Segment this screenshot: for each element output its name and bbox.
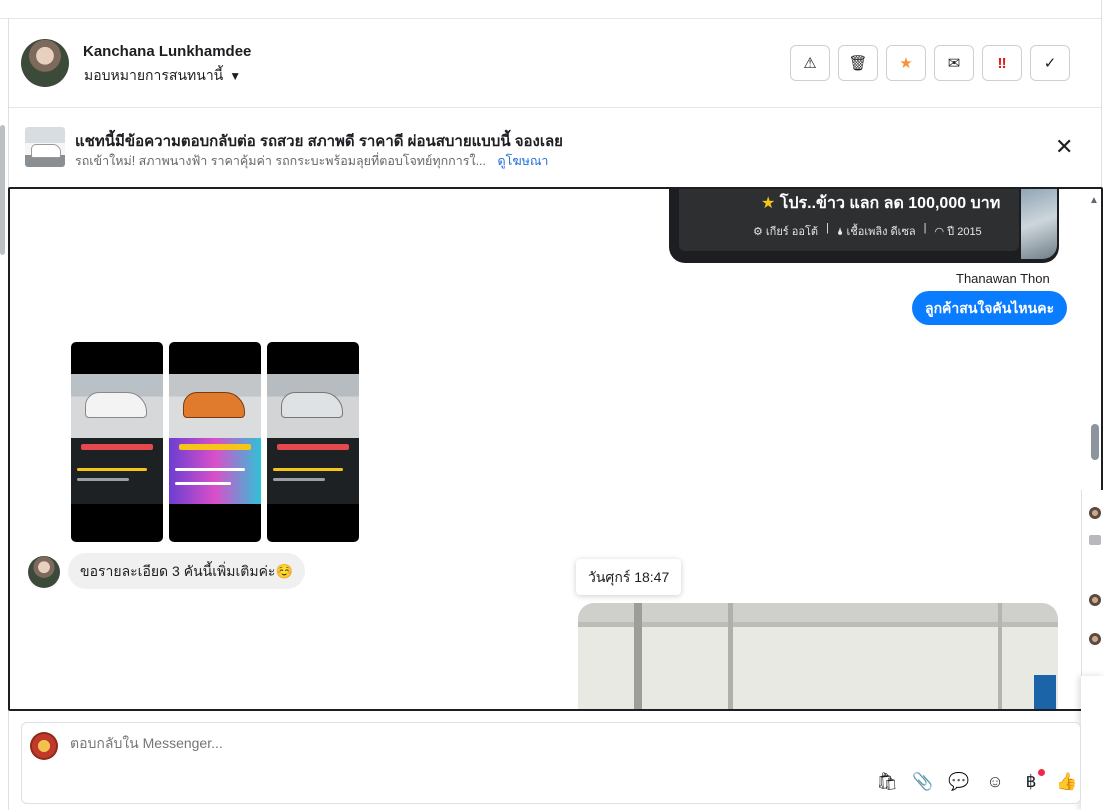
emoji-icon[interactable]: ☺ (984, 771, 1006, 793)
baht-payment-button[interactable]: ฿ (1020, 769, 1045, 793)
check-icon: ✓ (1043, 55, 1057, 72)
view-ad-link[interactable]: ดูโฆษณา (497, 154, 548, 168)
next-card-image[interactable] (1021, 189, 1057, 259)
close-icon[interactable]: ✕ (1055, 136, 1073, 158)
promo-text: ★ โปร..ข้าว แลก ลด 100,000 บาท (761, 191, 1000, 216)
side-avatar[interactable] (1089, 594, 1101, 606)
trash-icon: 🗑 (848, 55, 868, 72)
warning-icon: ⚠ (803, 55, 817, 72)
outgoing-message[interactable]: ลูกค้าสนใจคันไหนคะ (912, 291, 1068, 325)
incoming-photo-group (71, 342, 359, 542)
message-thread[interactable]: ★ โปร..ข้าว แลก ลด 100,000 บาท ⚙ เกียร์ … (8, 187, 1103, 711)
thumbs-up-icon[interactable]: 👍 (1056, 771, 1078, 793)
notification-dot (1038, 769, 1045, 776)
caret-down-icon: ▼ (229, 69, 242, 83)
saved-reply-icon[interactable]: 💬 (948, 771, 970, 793)
promo-label: โปร..ข้าว แลก ลด 100,000 บาท (779, 195, 1001, 212)
outgoing-photo[interactable] (578, 603, 1058, 709)
sender-name: Thanawan Thon (956, 271, 1050, 286)
spec-divider: | (923, 222, 927, 234)
delete-button[interactable]: 🗑 (838, 45, 878, 81)
ad-reply-banner: แชทนี้มีข้อความตอบกลับต่อ รถสวย สภาพดี ร… (9, 109, 1101, 187)
car-specs: ⚙ เกียร์ ออโต้ | 🌢 เชื้อเพลิง ดีเซล | ◠ … (753, 222, 982, 240)
assign-label: มอบหมายการสนทนานี้ (84, 67, 224, 83)
thread-scrollbar-thumb[interactable] (1091, 424, 1099, 460)
report-spam-button[interactable]: ⚠ (790, 45, 830, 81)
spec-divider: | (826, 222, 829, 234)
contact-avatar-small[interactable] (28, 556, 60, 588)
outer-scrollbar[interactable] (0, 125, 5, 255)
ad-banner-title: แชทนี้มีข้อความตอบกลับต่อ รถสวย สภาพดี ร… (75, 133, 563, 150)
assign-conversation-dropdown[interactable]: มอบหมายการสนทนานี้ ▼ (84, 65, 241, 87)
attachment-icon[interactable]: 📎 (912, 771, 934, 793)
car-photo[interactable] (267, 342, 359, 542)
promo-star-icon: ★ (761, 195, 776, 212)
side-thumbnail[interactable] (1089, 535, 1101, 545)
shopping-bag-icon[interactable]: 🛍 (876, 771, 898, 793)
envelope-icon: ✉ (947, 55, 961, 72)
page-avatar[interactable] (30, 732, 58, 760)
side-avatar[interactable] (1089, 507, 1101, 519)
inbox-conversation-view: Kanchana Lunkhamdee มอบหมายการสนทนานี้ ▼… (0, 0, 1105, 810)
spec-fuel: 🌢 เชื้อเพลิง ดีเซล (836, 226, 916, 238)
baht-payment-icon: ฿ (1025, 772, 1037, 791)
scroll-up-arrow-icon[interactable]: ▲ (1089, 195, 1099, 206)
reply-composer: 🛍 📎 💬 ☺ ฿ 👍 (21, 722, 1081, 804)
side-avatar[interactable] (1089, 633, 1101, 645)
contact-avatar[interactable] (21, 39, 69, 87)
product-card-body: ★ โปร..ข้าว แลก ลด 100,000 บาท ⚙ เกียร์ … (679, 189, 1019, 251)
mark-done-button[interactable]: ✓ (1030, 45, 1070, 81)
message-timestamp-tooltip: วันศุกร์ 18:47 (576, 559, 682, 595)
ad-banner-description: รถเข้าใหม่! สภาพนางฟ้า ราคาคุ้มค่า รถกระ… (75, 154, 486, 168)
product-card-message[interactable]: ★ โปร..ข้าว แลก ลด 100,000 บาท ⚙ เกียร์ … (669, 189, 1059, 263)
incoming-message[interactable]: ขอรายละเอียด 3 คันนี้เพิ่มเติมค่ะ☺️ (68, 553, 305, 589)
mark-unread-button[interactable]: ✉ (934, 45, 974, 81)
contact-name[interactable]: Kanchana Lunkhamdee (83, 43, 251, 60)
car-photo[interactable] (71, 342, 163, 542)
star-icon: ★ (899, 55, 913, 72)
side-popover (1081, 676, 1105, 810)
spec-year: ◠ ปี 2015 (934, 226, 982, 238)
ad-banner-subtitle: รถเข้าใหม่! สภาพนางฟ้า ราคาคุ้มค่า รถกระ… (75, 151, 548, 171)
spec-gear: ⚙ เกียร์ ออโต้ (753, 226, 819, 238)
priority-button[interactable]: ‼ (982, 45, 1022, 81)
composer-toolbar: 🛍 📎 💬 ☺ ฿ 👍 (876, 769, 1078, 793)
reply-input[interactable] (70, 735, 970, 751)
header-actions: ⚠ 🗑 ★ ✉ ‼ ✓ (790, 45, 1070, 81)
double-exclamation-icon: ‼ (997, 54, 1007, 72)
car-photo[interactable] (169, 342, 261, 542)
follow-up-button[interactable]: ★ (886, 45, 926, 81)
ad-thumbnail[interactable] (25, 127, 65, 167)
conversation-header: Kanchana Lunkhamdee มอบหมายการสนทนานี้ ▼… (9, 19, 1101, 108)
